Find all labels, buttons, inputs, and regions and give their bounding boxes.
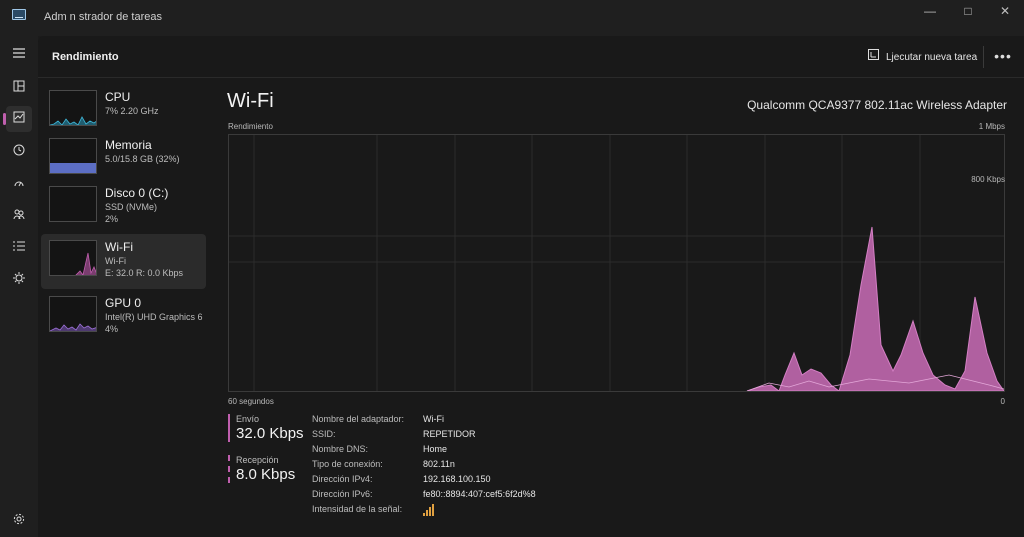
throughput-graph bbox=[228, 134, 1005, 392]
send-stat: Envío 32.0 Kbps bbox=[228, 414, 308, 442]
list-item-name: Wi-Fi bbox=[105, 240, 133, 254]
list-item-usage: 4% bbox=[105, 324, 119, 334]
property-value: REPETIDOR bbox=[423, 429, 476, 439]
list-item-usage: 2% bbox=[105, 214, 119, 224]
run-new-task-button[interactable]: Ljecutar nueva tarea bbox=[862, 46, 983, 68]
history-icon[interactable] bbox=[6, 139, 32, 165]
graph-label: Rendimiento bbox=[228, 122, 273, 131]
property-value: 192.168.100.150 bbox=[423, 474, 491, 484]
main-panel: Rendimiento Ljecutar nueva tarea ••• CPU… bbox=[38, 36, 1024, 537]
property-key: Nombre del adaptador: bbox=[312, 414, 405, 424]
list-item-throughput: E: 32.0 R: 0.0 Kbps bbox=[105, 268, 184, 278]
list-item-detail: Intel(R) UHD Graphics 6 bbox=[105, 312, 203, 322]
property-key: Dirección IPv6: bbox=[312, 489, 373, 499]
disk-thumbnail-graph bbox=[49, 186, 97, 222]
window-title: Adm n strador de tareas bbox=[44, 11, 163, 23]
close-button[interactable]: ✕ bbox=[990, 4, 1020, 18]
startup-icon[interactable] bbox=[6, 172, 32, 198]
property-key: Nombre DNS: bbox=[312, 444, 369, 454]
menu-icon[interactable] bbox=[6, 41, 32, 67]
list-item-detail: SSD (NVMe) bbox=[105, 202, 158, 212]
receive-value: 8.0 Kbps bbox=[236, 466, 296, 483]
send-value: 32.0 Kbps bbox=[236, 425, 304, 442]
property-key: Intensidad de la señal: bbox=[312, 504, 403, 514]
property-key: SSID: bbox=[312, 429, 336, 439]
property-value: 802.11n bbox=[423, 459, 455, 469]
time-axis-label: 60 segundos bbox=[228, 397, 274, 406]
detail-title: Wi-Fi bbox=[227, 90, 274, 112]
graph-mid-label: 800 Kbps bbox=[971, 175, 1005, 184]
cpu-thumbnail-graph bbox=[49, 90, 97, 126]
list-item-detail: 7% 2.20 GHz bbox=[105, 106, 159, 116]
processes-icon[interactable] bbox=[6, 75, 32, 101]
list-item-name: Disco 0 (C:) bbox=[105, 186, 169, 200]
more-options-button[interactable]: ••• bbox=[992, 46, 1014, 68]
gpu-thumbnail-graph bbox=[49, 296, 97, 332]
maximize-button[interactable]: □ bbox=[953, 4, 983, 18]
property-key: Tipo de conexión: bbox=[312, 459, 383, 469]
receive-stat: Recepción 8.0 Kbps bbox=[228, 455, 308, 483]
minimize-button[interactable]: — bbox=[915, 4, 945, 18]
header-divider bbox=[983, 46, 984, 68]
list-item-name: CPU bbox=[105, 90, 131, 104]
property-value: Home bbox=[423, 444, 448, 454]
details-icon[interactable] bbox=[6, 234, 32, 260]
wifi-thumbnail-graph bbox=[49, 240, 97, 276]
receive-label: Recepción bbox=[236, 455, 279, 465]
list-item-cpu[interactable]: CPU 7% 2.20 GHz bbox=[41, 84, 206, 139]
settings-icon[interactable] bbox=[6, 508, 32, 534]
list-item-wifi[interactable]: Wi-Fi Wi-Fi E: 32.0 R: 0.0 Kbps bbox=[41, 234, 206, 289]
time-axis-end: 0 bbox=[1000, 397, 1005, 406]
property-value: fe80::8894:407:cef5:6f2d%8 bbox=[423, 489, 536, 499]
list-item-disk[interactable]: Disco 0 (C:) SSD (NVMe) 2% bbox=[41, 180, 206, 235]
title-bar: Adm n strador de tareas — □ ✕ bbox=[0, 0, 1024, 36]
list-item-detail: 5.0/15.8 GB (32%) bbox=[105, 154, 180, 164]
page-title: Rendimiento bbox=[52, 51, 119, 63]
send-label: Envío bbox=[236, 414, 260, 424]
list-item-detail: Wi-Fi bbox=[105, 256, 126, 266]
list-item-name: GPU 0 bbox=[105, 296, 142, 310]
page-header: Rendimiento Ljecutar nueva tarea ••• bbox=[38, 36, 1024, 78]
services-icon[interactable] bbox=[6, 267, 32, 293]
run-task-label: Ljecutar nueva tarea bbox=[886, 52, 978, 63]
performance-icon[interactable] bbox=[3, 106, 32, 132]
signal-strength-icon bbox=[423, 504, 437, 518]
memory-thumbnail-graph bbox=[49, 138, 97, 174]
list-item-memory[interactable]: Memoria 5.0/15.8 GB (32%) bbox=[41, 132, 206, 187]
run-task-icon bbox=[868, 46, 880, 68]
app-icon bbox=[12, 9, 26, 20]
graph-max-label: 1 Mbps bbox=[978, 122, 1005, 131]
list-item-name: Memoria bbox=[105, 138, 152, 152]
adapter-name: Qualcomm QCA9377 802.11ac Wireless Adapt… bbox=[747, 98, 1007, 112]
property-key: Dirección IPv4: bbox=[312, 474, 373, 484]
list-item-gpu[interactable]: GPU 0 Intel(R) UHD Graphics 6 4% bbox=[41, 290, 206, 345]
property-value: Wi-Fi bbox=[423, 414, 444, 424]
users-icon[interactable] bbox=[6, 203, 32, 229]
nav-sidebar bbox=[0, 36, 38, 537]
